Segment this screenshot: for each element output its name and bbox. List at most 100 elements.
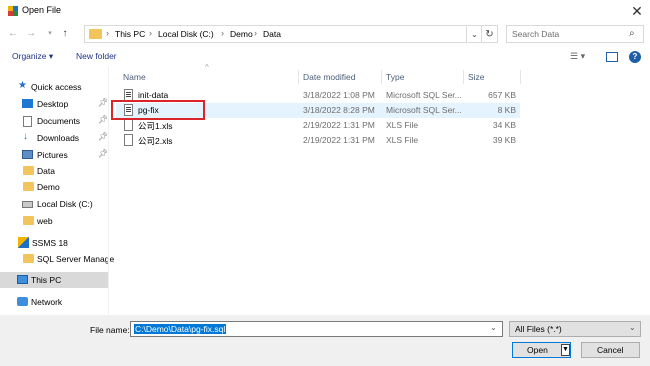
sidebar-item-local-disk[interactable]: Local Disk (C:)	[0, 196, 108, 212]
sidebar-item-sql-server-manage[interactable]: SQL Server Manage	[0, 251, 114, 267]
refresh-icon[interactable]: ↻	[482, 25, 498, 43]
pictures-icon	[22, 150, 33, 159]
column-header-date-modified[interactable]: Date modified	[303, 72, 355, 82]
sidebar-item-data[interactable]: Data	[0, 163, 108, 179]
column-header-size[interactable]: Size	[468, 72, 485, 82]
pin-icon[interactable]: 📌︎	[98, 115, 108, 124]
highlight-annotation-box	[111, 100, 205, 120]
folder-icon	[23, 182, 34, 191]
organize-button[interactable]: Organize ▾	[12, 51, 53, 62]
sidebar-item-label: web	[37, 216, 53, 226]
file-type-filter-select[interactable]: All Files (*.*) ⌄	[509, 321, 641, 337]
sidebar-item-label: SQL Server Manage	[37, 254, 115, 264]
sort-chevron-up-icon: ^	[205, 63, 209, 72]
cancel-button[interactable]: Cancel	[581, 342, 640, 358]
breadcrumb-separator: ›	[149, 28, 152, 38]
open-button-label: Open	[527, 345, 548, 355]
toolbar: Organize ▾ New folder ☰ ▾ ?	[0, 48, 650, 66]
chevron-down-icon[interactable]: ⌄	[629, 323, 636, 332]
breadcrumb-demo[interactable]: Demo	[230, 29, 253, 39]
file-date: 2/19/2022 1:31 PM	[303, 135, 375, 145]
file-name: init-data	[138, 90, 169, 100]
column-divider[interactable]	[520, 70, 521, 84]
chevron-down-icon[interactable]: ⌄	[490, 323, 497, 332]
folder-icon	[23, 166, 34, 175]
file-date: 2/19/2022 1:31 PM	[303, 120, 375, 130]
column-header-name[interactable]: Name	[123, 72, 146, 82]
computer-icon	[17, 275, 28, 284]
back-arrow-icon[interactable]: ←	[6, 27, 20, 41]
recent-chevron-down-icon[interactable]: ▾	[43, 27, 57, 41]
sidebar-item-label: Demo	[37, 182, 60, 192]
sidebar-item-downloads[interactable]: ↓ Downloads 📌︎	[0, 130, 108, 146]
sidebar-item-label: SSMS 18	[32, 238, 68, 248]
file-icon	[124, 119, 133, 131]
title-bar: Open File ✕	[0, 0, 650, 22]
pin-icon[interactable]: 📌︎	[98, 149, 108, 158]
file-size: 8 KB	[497, 105, 516, 115]
file-type: XLS File	[386, 120, 419, 130]
desktop-icon	[22, 99, 33, 108]
open-button[interactable]: Open ▼	[512, 342, 571, 358]
folder-icon	[23, 216, 34, 225]
search-box[interactable]: Search Data ⌕	[506, 25, 644, 43]
sidebar-item-documents[interactable]: Documents 📌︎	[0, 113, 108, 129]
sidebar-item-label: Local Disk (C:)	[37, 199, 93, 209]
app-icon	[8, 6, 18, 16]
file-type: XLS File	[386, 135, 419, 145]
address-bar[interactable]: › This PC › Local Disk (C:) › Demo › Dat…	[84, 25, 467, 43]
new-folder-button[interactable]: New folder	[76, 51, 117, 61]
document-icon	[23, 116, 32, 127]
file-icon	[124, 134, 133, 146]
pane-divider	[108, 67, 109, 315]
sidebar-item-label: Network	[31, 297, 63, 307]
sidebar-item-quick-access[interactable]: ★ Quick access	[0, 79, 108, 95]
file-name: 公司2.xls	[138, 136, 173, 146]
file-type: Microsoft SQL Ser...	[386, 90, 462, 100]
file-name-input[interactable]: C:\Demo\Data\pg-fix.sql ⌄	[130, 321, 503, 337]
drive-icon	[22, 201, 33, 208]
column-header-type[interactable]: Type	[386, 72, 404, 82]
column-divider[interactable]	[381, 70, 382, 84]
help-icon[interactable]: ?	[629, 51, 641, 63]
file-row[interactable]: 公司2.xls 2/19/2022 1:31 PM XLS File 39 KB	[116, 133, 520, 148]
breadcrumb-data[interactable]: Data	[263, 29, 281, 39]
search-input[interactable]: Search Data	[512, 29, 559, 39]
file-size: 34 KB	[492, 120, 516, 130]
sidebar-item-label: Documents	[37, 116, 80, 126]
column-divider[interactable]	[298, 70, 299, 84]
pin-icon[interactable]: 📌︎	[98, 98, 108, 107]
address-chevron-down-icon[interactable]: ⌄	[468, 25, 482, 43]
sidebar-item-web[interactable]: web	[0, 213, 108, 229]
breadcrumb-local-disk[interactable]: Local Disk (C:)	[158, 29, 214, 39]
file-row[interactable]: 公司1.xls 2/19/2022 1:31 PM XLS File 34 KB	[116, 118, 520, 133]
network-icon	[17, 297, 28, 306]
breadcrumb-this-pc[interactable]: This PC	[115, 29, 145, 39]
folder-icon	[23, 254, 34, 263]
sidebar-item-this-pc[interactable]: This PC	[0, 272, 108, 288]
view-options-icon[interactable]: ☰ ▾	[570, 51, 585, 62]
sidebar-item-pictures[interactable]: Pictures 📌︎	[0, 147, 108, 163]
file-date: 3/18/2022 8:28 PM	[303, 105, 375, 115]
sidebar-item-demo[interactable]: Demo	[0, 179, 108, 195]
cancel-button-label: Cancel	[597, 345, 624, 355]
pin-icon[interactable]: 📌︎	[98, 132, 108, 141]
sidebar-item-desktop[interactable]: Desktop 📌︎	[0, 96, 108, 112]
column-divider[interactable]	[463, 70, 464, 84]
window-title: Open File	[22, 5, 62, 15]
file-name-value[interactable]: C:\Demo\Data\pg-fix.sql	[134, 324, 227, 334]
file-size: 657 KB	[488, 90, 516, 100]
sidebar-item-ssms-18[interactable]: SSMS 18	[0, 235, 108, 251]
sidebar-item-label: Quick access	[31, 82, 82, 92]
forward-arrow-icon[interactable]: →	[24, 27, 38, 41]
sidebar-item-label: Desktop	[37, 99, 69, 109]
breadcrumb-separator: ›	[221, 28, 224, 38]
close-icon[interactable]: ✕	[628, 2, 646, 20]
sidebar-item-label: Downloads	[37, 133, 80, 143]
preview-pane-icon[interactable]	[606, 52, 618, 62]
file-date: 3/18/2022 1:08 PM	[303, 90, 375, 100]
up-arrow-icon[interactable]: ↑	[58, 27, 72, 41]
download-arrow-icon: ↓	[23, 131, 28, 142]
sidebar-item-network[interactable]: Network	[0, 294, 108, 310]
open-dropdown-chevron-icon[interactable]: ▼	[561, 344, 570, 356]
